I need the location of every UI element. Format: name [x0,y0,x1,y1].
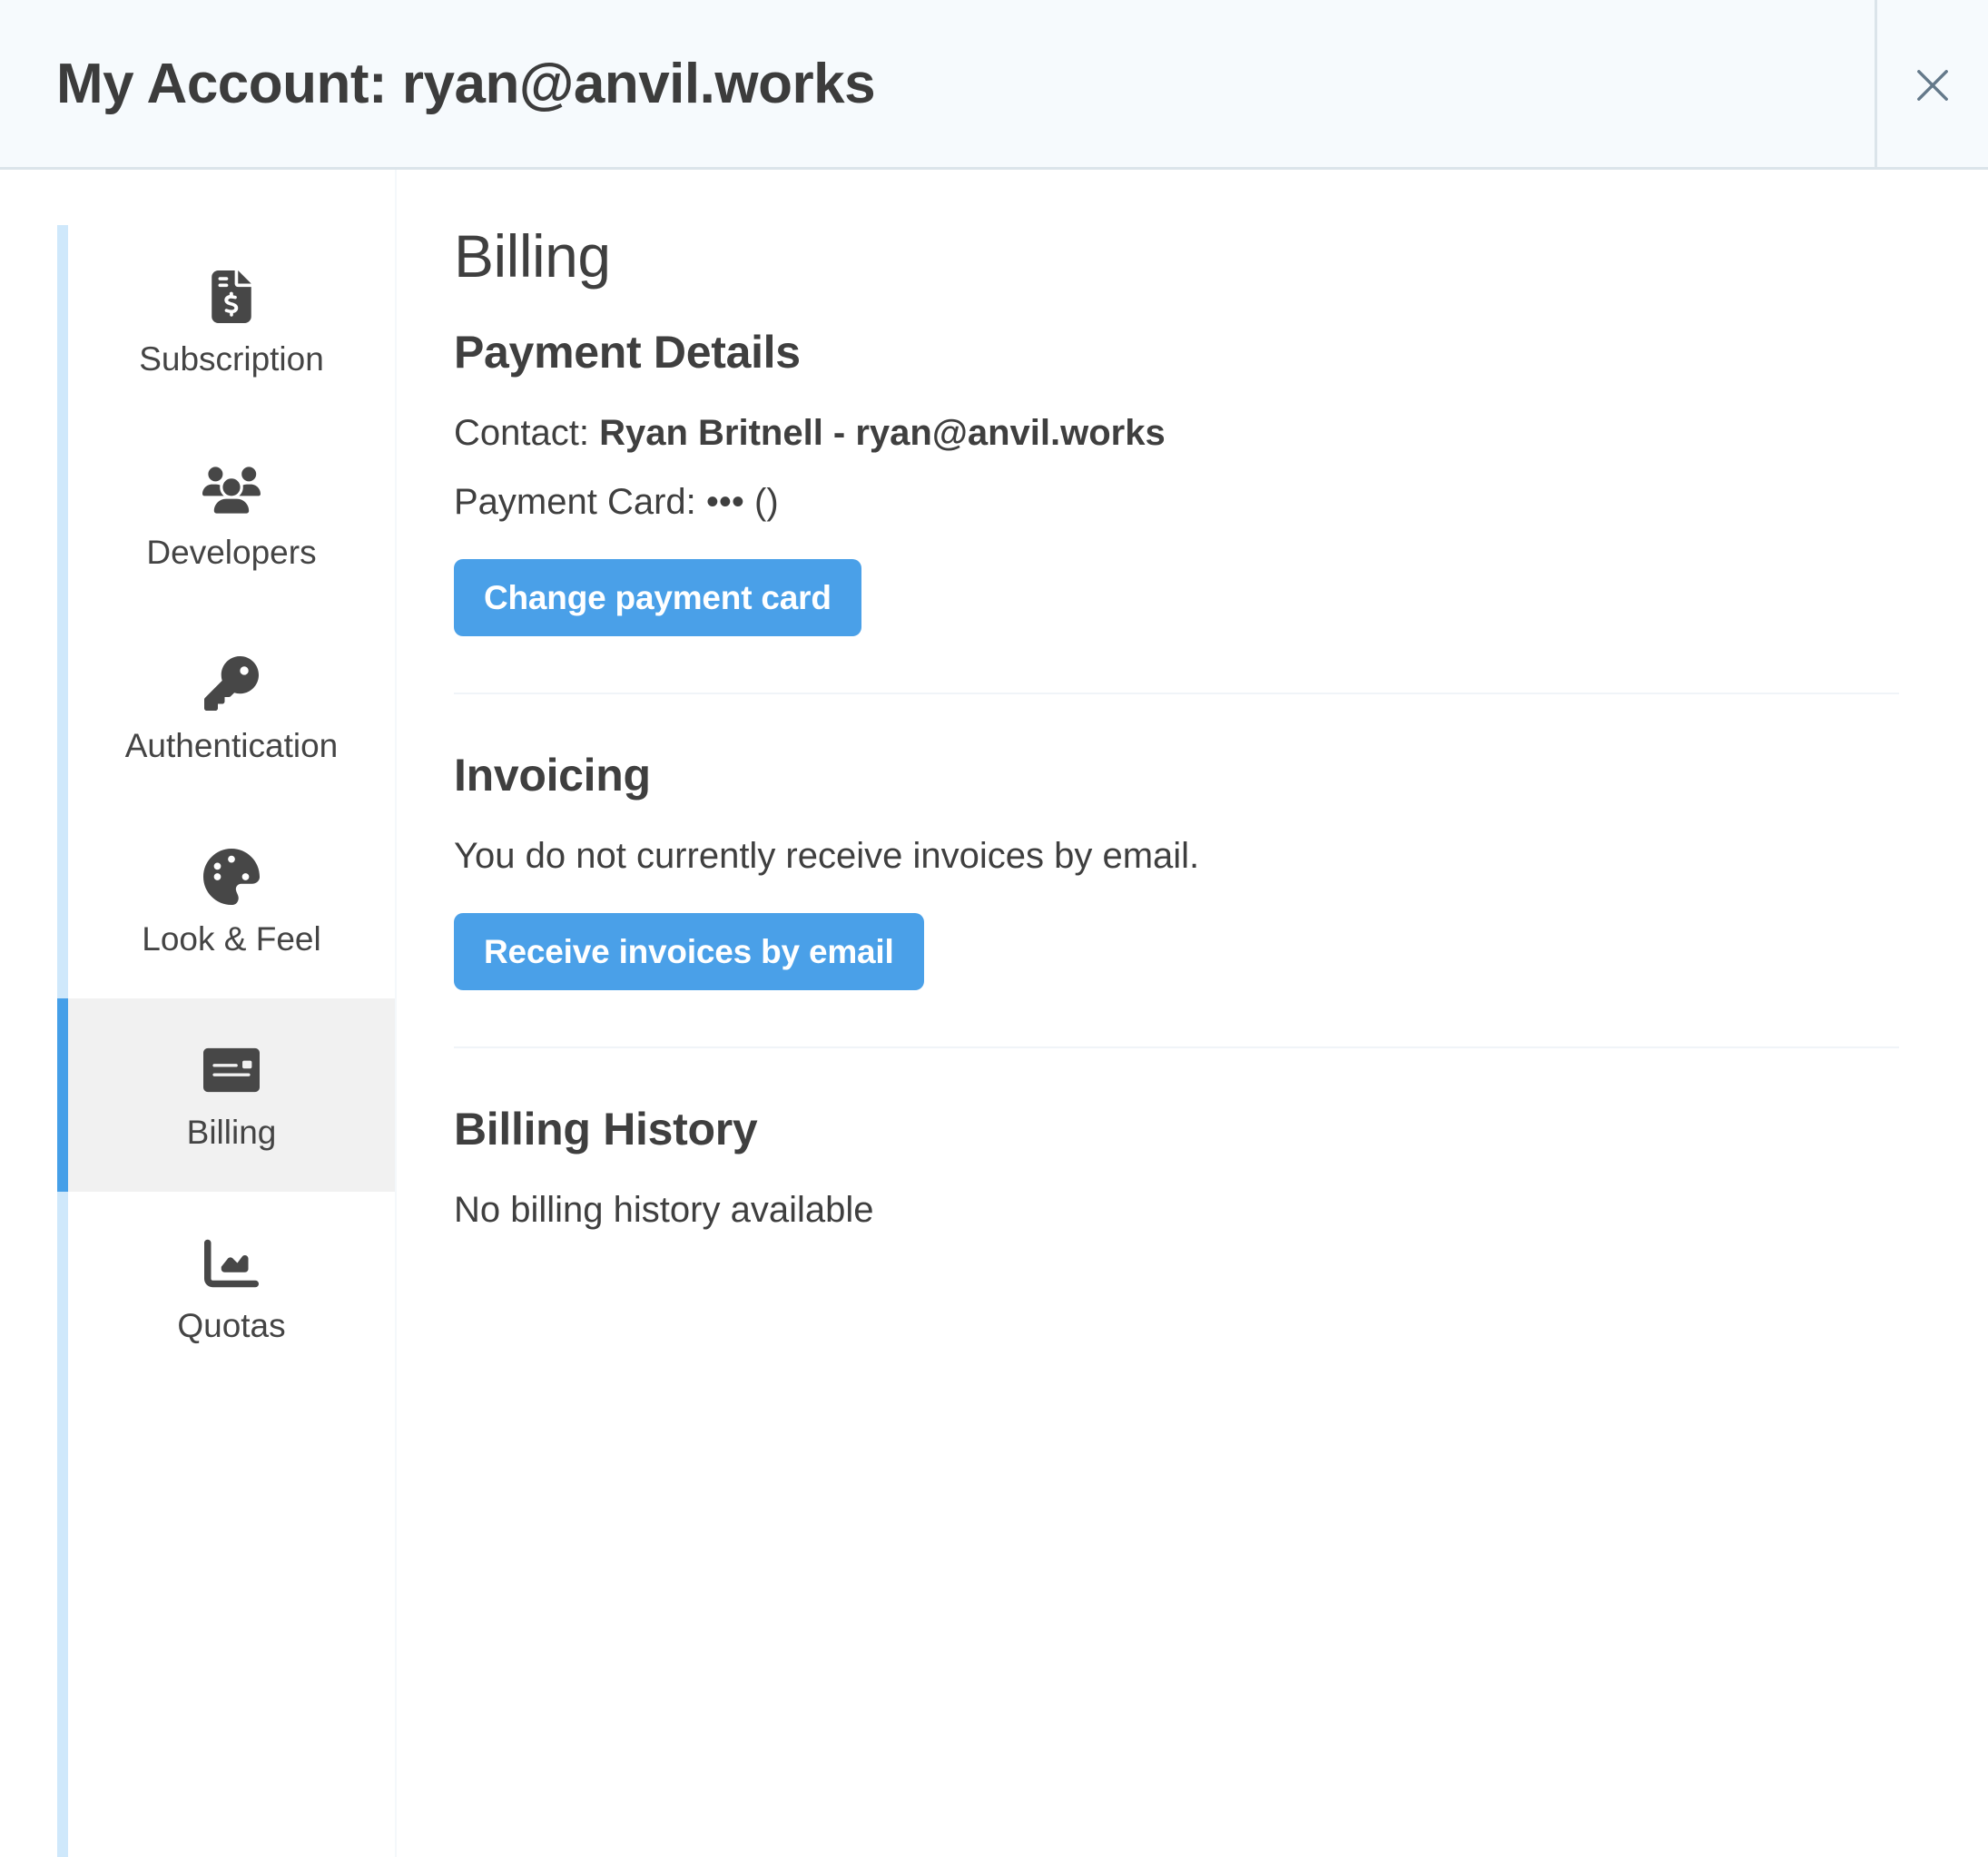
sidebar-item-developers[interactable]: Developers [57,418,395,612]
sidebar-item-label: Authentication [125,729,339,762]
billing-history-section: Billing History No billing history avail… [454,1105,1988,1234]
close-icon [1909,62,1956,109]
contact-label: Contact: [454,413,589,453]
payment-card-value: ••• () [706,482,779,522]
dialog-header: My Account: ryan@anvil.works [0,0,1988,170]
area-chart-icon [202,1234,261,1292]
page-title: My Account: ryan@anvil.works [56,52,875,116]
billing-history-heading: Billing History [454,1105,1988,1154]
close-button[interactable] [1877,0,1988,170]
palette-icon [202,848,261,906]
sidebar-item-label: Quotas [177,1309,285,1342]
invoicing-status-text: You do not currently receive invoices by… [454,831,1988,880]
credit-card-icon [202,1041,261,1099]
section-divider-1 [454,693,1899,694]
sidebar-item-label: Billing [187,1115,277,1149]
change-payment-card-button[interactable]: Change payment card [454,559,861,636]
payment-card-label: Payment Card: [454,482,696,522]
account-dialog: My Account: ryan@anvil.works [0,0,1988,1857]
sidebar-item-billing[interactable]: Billing [57,998,395,1192]
sidebar-nav-list: Subscription Developers [0,225,395,1385]
receive-invoices-by-email-button[interactable]: Receive invoices by email [454,913,924,990]
contact-value: Ryan Britnell - ryan@anvil.works [599,413,1166,453]
sidebar-item-subscription[interactable]: Subscription [57,225,395,418]
sidebar-item-look-and-feel[interactable]: Look & Feel [57,805,395,998]
contact-line: Contact: Ryan Britnell - ryan@anvil.work… [454,408,1988,457]
sidebar: Subscription Developers [0,170,397,1857]
billing-history-empty-message: No billing history available [454,1185,1988,1234]
payment-details-heading: Payment Details [454,328,1988,378]
sidebar-item-label: Subscription [139,342,324,376]
file-invoice-dollar-icon [202,268,261,326]
content-title: Billing [454,225,1988,288]
payment-card-line: Payment Card: ••• () [454,477,1988,526]
sidebar-item-authentication[interactable]: Authentication [57,612,395,805]
sidebar-item-label: Developers [146,535,316,569]
users-icon [202,461,261,519]
invoicing-section: Invoicing You do not currently receive i… [454,751,1988,990]
invoicing-heading: Invoicing [454,751,1988,801]
payment-details-section: Payment Details Contact: Ryan Britnell -… [454,328,1988,636]
sidebar-item-quotas[interactable]: Quotas [57,1192,395,1385]
sidebar-item-label: Look & Feel [142,922,320,956]
key-icon [202,654,261,712]
dialog-body: Subscription Developers [0,170,1988,1857]
section-divider-2 [454,1046,1899,1048]
main-content: Billing Payment Details Contact: Ryan Br… [397,170,1988,1857]
